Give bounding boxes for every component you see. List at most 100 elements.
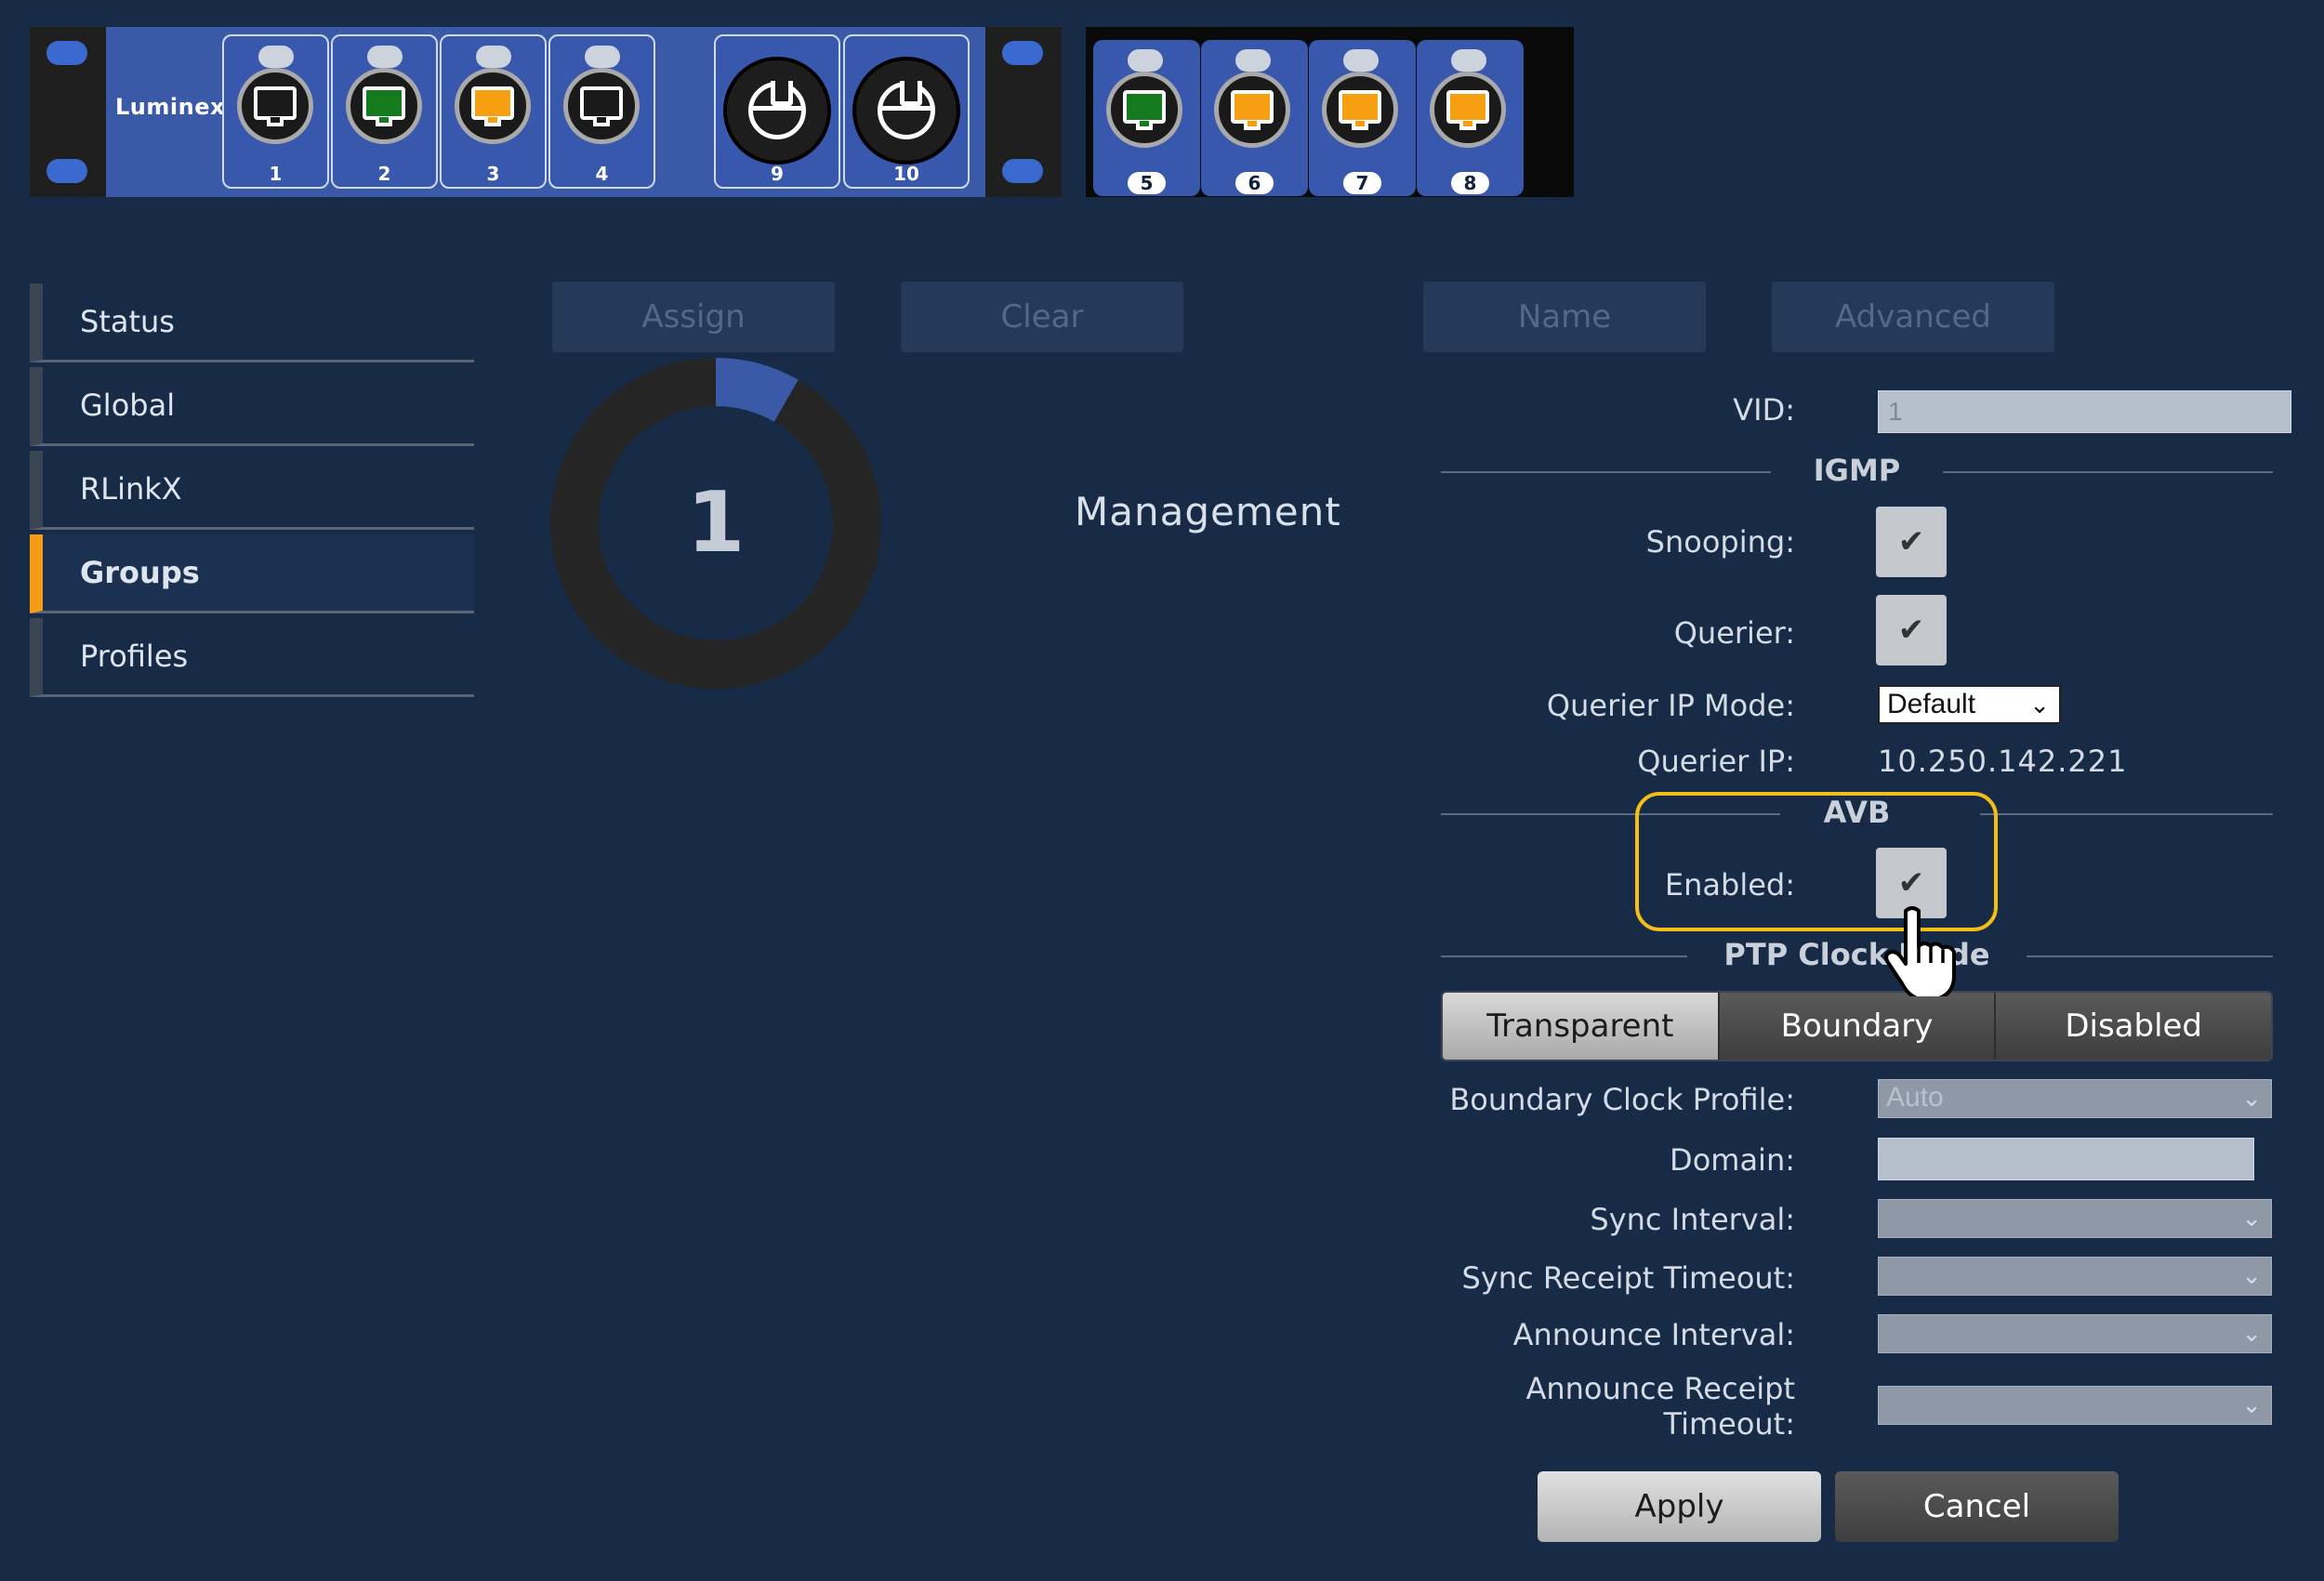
vid-input[interactable] bbox=[1878, 390, 2291, 433]
sync-receipt-timeout-select[interactable]: ⌄ bbox=[1878, 1257, 2272, 1296]
port-latch bbox=[258, 46, 294, 68]
port-number: 3 bbox=[486, 163, 500, 185]
mount-hole bbox=[1002, 159, 1043, 183]
chevron-down-icon: ⌄ bbox=[2241, 1319, 2262, 1347]
port-8[interactable]: 8 bbox=[1417, 40, 1524, 196]
port-1[interactable]: 1 bbox=[222, 34, 329, 189]
port-3[interactable]: 3 bbox=[440, 34, 547, 189]
port-number: 9 bbox=[771, 163, 784, 185]
port-10[interactable]: 10 bbox=[843, 34, 970, 189]
querier-checkbox[interactable]: ✔ bbox=[1876, 595, 1947, 665]
ptp-mode-boundary[interactable]: Boundary bbox=[1719, 993, 1997, 1060]
xlr-pins bbox=[878, 81, 935, 139]
divider bbox=[1943, 471, 2273, 473]
port-2[interactable]: 2 bbox=[331, 34, 438, 189]
port-9[interactable]: 9 bbox=[714, 34, 840, 189]
ethernet-jack bbox=[1123, 90, 1166, 130]
ethernet-jack bbox=[1339, 90, 1381, 130]
querier-label: Querier: bbox=[1673, 615, 1795, 651]
sync-receipt-timeout-label: Sync Receipt Timeout: bbox=[1461, 1260, 1795, 1296]
sync-interval-label: Sync Interval: bbox=[1590, 1202, 1795, 1237]
sidebar-item-rlinkx[interactable]: RLinkX bbox=[30, 451, 474, 530]
ethernet-jack bbox=[1446, 90, 1489, 130]
clear-button[interactable]: Clear bbox=[901, 282, 1183, 352]
brand-logo: Luminex bbox=[115, 94, 225, 120]
ethernet-jack bbox=[471, 86, 514, 126]
select-value: Auto bbox=[1886, 1082, 1944, 1113]
querier-ip-label: Querier IP: bbox=[1637, 744, 1795, 779]
igmp-section-header: IGMP bbox=[1441, 453, 2273, 490]
port-number: 7 bbox=[1309, 172, 1416, 194]
port-latch bbox=[1235, 49, 1271, 72]
check-icon: ✔ bbox=[1897, 612, 1925, 649]
vid-label: VID: bbox=[1733, 392, 1795, 428]
group-number: 1 bbox=[686, 474, 746, 572]
announce-receipt-timeout-select[interactable]: ⌄ bbox=[1878, 1386, 2272, 1425]
sidebar-item-global[interactable]: Global bbox=[30, 367, 474, 446]
xlr-pins bbox=[748, 81, 806, 139]
chevron-down-icon: ⌄ bbox=[2241, 1261, 2262, 1289]
port-number: 2 bbox=[377, 163, 391, 185]
domain-input[interactable] bbox=[1878, 1138, 2254, 1180]
port-7[interactable]: 7 bbox=[1309, 40, 1416, 196]
name-button[interactable]: Name bbox=[1423, 282, 1706, 352]
port-latch bbox=[1128, 49, 1163, 72]
sync-interval-select[interactable]: ⌄ bbox=[1878, 1199, 2272, 1238]
port-latch bbox=[1451, 49, 1486, 72]
port-number: 8 bbox=[1417, 172, 1524, 194]
ethernet-port-icon bbox=[563, 68, 640, 144]
port-4[interactable]: 4 bbox=[548, 34, 655, 189]
port-6[interactable]: 6 bbox=[1201, 40, 1308, 196]
mount-hole bbox=[46, 41, 87, 65]
port-number: 1 bbox=[269, 163, 283, 185]
ptp-clock-mode-selector: Transparent Boundary Disabled bbox=[1441, 991, 2273, 1061]
ptp-mode-disabled[interactable]: Disabled bbox=[1996, 993, 2271, 1060]
announce-interval-select[interactable]: ⌄ bbox=[1878, 1314, 2272, 1353]
device-front-panel: Luminex 1 2 3 4 9 10 bbox=[30, 27, 1062, 197]
ethernet-jack bbox=[363, 86, 405, 126]
ptp-mode-transparent[interactable]: Transparent bbox=[1443, 993, 1720, 1060]
sidebar-item-label: Groups bbox=[80, 555, 200, 590]
port-5[interactable]: 5 bbox=[1093, 40, 1200, 196]
sidebar-item-groups[interactable]: Groups bbox=[30, 534, 474, 613]
advanced-button[interactable]: Advanced bbox=[1772, 282, 2054, 352]
announce-interval-label: Announce Interval: bbox=[1512, 1317, 1795, 1352]
sidebar-item-label: Status bbox=[80, 304, 175, 339]
ethernet-port-icon bbox=[346, 68, 422, 144]
ethernet-port-icon bbox=[237, 68, 313, 144]
querier-ip-mode-label: Querier IP Mode: bbox=[1546, 688, 1795, 723]
ethernet-port-icon bbox=[1106, 72, 1182, 148]
ethernet-jack bbox=[580, 86, 623, 126]
chevron-down-icon: ⌄ bbox=[2241, 1084, 2262, 1112]
ethernet-port-icon bbox=[1214, 72, 1290, 148]
xlr-connector-icon bbox=[723, 57, 831, 165]
label-line: Announce Receipt bbox=[1525, 1371, 1795, 1406]
ptp-section-header: PTP Clock Mode bbox=[1441, 937, 2273, 974]
group-name: Management bbox=[1075, 489, 1341, 534]
snooping-label: Snooping: bbox=[1645, 524, 1795, 560]
domain-label: Domain: bbox=[1670, 1142, 1795, 1178]
label-line: Timeout: bbox=[1663, 1406, 1796, 1442]
section-title: IGMP bbox=[1813, 453, 1901, 488]
cancel-button[interactable]: Cancel bbox=[1835, 1471, 2119, 1542]
divider bbox=[1980, 813, 2273, 815]
boundary-clock-profile-select[interactable]: Auto ⌄ bbox=[1878, 1079, 2272, 1118]
port-latch bbox=[476, 46, 511, 68]
sidebar-item-label: Global bbox=[80, 388, 176, 423]
snooping-checkbox[interactable]: ✔ bbox=[1876, 507, 1947, 577]
apply-button[interactable]: Apply bbox=[1538, 1471, 1821, 1542]
assign-button[interactable]: Assign bbox=[552, 282, 835, 352]
section-title: PTP Clock Mode bbox=[1723, 937, 1990, 972]
sidebar-item-status[interactable]: Status bbox=[30, 283, 474, 362]
ethernet-port-icon bbox=[1430, 72, 1506, 148]
mount-hole bbox=[1002, 41, 1043, 65]
ethernet-jack bbox=[254, 86, 297, 126]
chevron-down-icon: ⌄ bbox=[2241, 1390, 2262, 1418]
port-number: 5 bbox=[1093, 172, 1200, 194]
querier-ip-mode-select[interactable]: Default ⌄ bbox=[1878, 685, 2061, 724]
ethernet-jack bbox=[1231, 90, 1274, 130]
querier-ip-value: 10.250.142.221 bbox=[1878, 744, 2128, 779]
port-number: 6 bbox=[1201, 172, 1308, 194]
device-rear-panel: 5 6 7 8 bbox=[1086, 27, 1574, 197]
sidebar-item-profiles[interactable]: Profiles bbox=[30, 618, 474, 697]
